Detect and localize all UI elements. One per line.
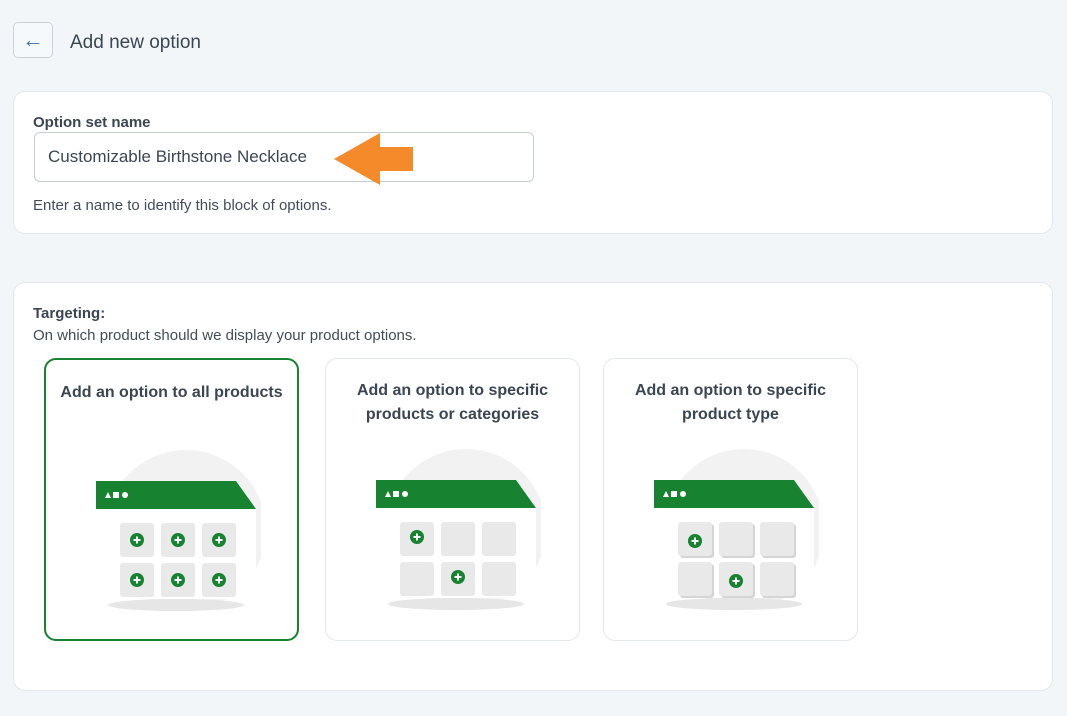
page-title: Add new option: [70, 32, 201, 53]
target-option-title: Add an option to specific product type: [634, 382, 827, 423]
target-option-title: Add an option to all products: [60, 384, 283, 401]
all-products-illustration: [96, 450, 261, 611]
option-set-name-input[interactable]: [34, 132, 534, 182]
option-set-name-label: Option set name: [33, 114, 151, 131]
targeting-card: Targeting: On which product should we di…: [13, 282, 1053, 691]
targeting-label: Targeting:: [33, 305, 106, 322]
option-set-name-help: Enter a name to identify this block of o…: [33, 197, 332, 214]
arrow-left-icon: ←: [22, 27, 44, 52]
targeting-description: On which product should we display your …: [33, 327, 417, 344]
target-option-specific-products[interactable]: Add an option to specific products or ca…: [325, 358, 580, 641]
target-option-title: Add an option to specific products or ca…: [356, 382, 549, 423]
product-type-illustration: [654, 449, 819, 610]
option-set-name-card: Option set name Enter a name to identify…: [13, 91, 1053, 234]
back-button[interactable]: ←: [13, 22, 53, 58]
target-option-product-type[interactable]: Add an option to specific product type: [603, 358, 858, 641]
specific-products-illustration: [376, 449, 541, 610]
orange-arrow-annotation: [334, 133, 413, 185]
target-option-all-products[interactable]: Add an option to all products: [44, 358, 299, 641]
